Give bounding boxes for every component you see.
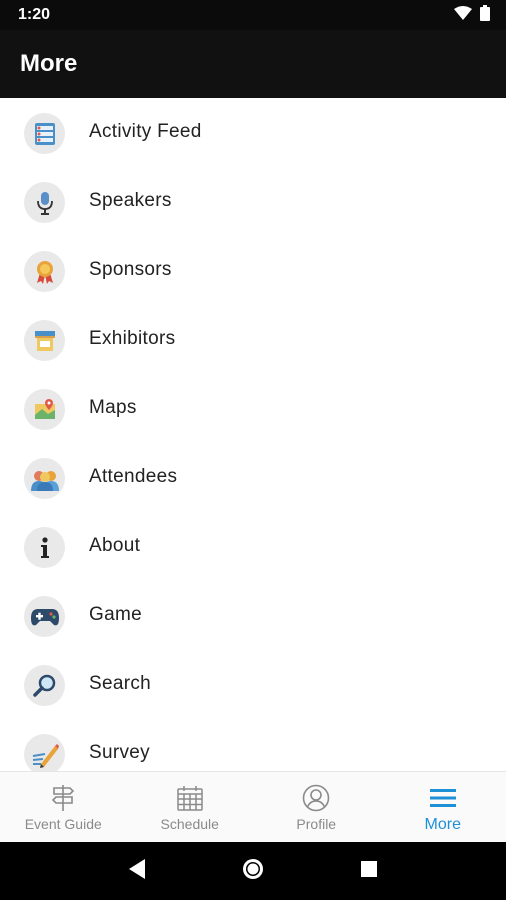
app-bar: More [0,30,506,98]
bottom-navigation: Event Guide Schedule Profile More [0,771,506,843]
microphone-icon [24,182,65,223]
menu-item-exhibitors[interactable]: Exhibitors [0,306,506,375]
page-title: More [20,50,78,77]
menu-item-label: Speakers [89,190,172,211]
wifi-icon [454,5,472,25]
menu-item-label: Activity Feed [89,121,202,142]
menu-item-label: Game [89,604,142,625]
menu-item-label: Search [89,673,152,694]
menu-item-speakers[interactable]: Speakers [0,168,506,237]
menu-item-sponsors[interactable]: Sponsors [0,237,506,306]
pencil-paper-icon [24,734,65,771]
magnifier-icon [24,665,65,706]
menu-item-survey[interactable]: Survey [0,720,506,771]
activity-feed-icon [24,113,65,154]
info-icon [24,527,65,568]
more-menu-list[interactable]: Activity Feed Speakers Sponsors Exhibito… [0,99,506,771]
status-icons [454,4,490,26]
menu-item-label: Survey [89,742,150,763]
menu-item-attendees[interactable]: Attendees [0,444,506,513]
person-circle-icon [301,784,331,812]
signpost-icon [48,784,78,812]
status-bar: 1:20 [0,0,506,30]
map-pin-icon [24,389,65,430]
people-icon [24,458,65,499]
tab-more[interactable]: More [380,772,506,843]
menu-item-label: About [89,535,141,556]
ribbon-award-icon [24,251,65,292]
menu-item-label: Attendees [89,466,178,487]
tab-label: Event Guide [24,816,102,832]
tab-label: Profile [296,816,337,832]
recents-icon[interactable] [359,859,379,884]
menu-item-about[interactable]: About [0,513,506,582]
tab-label: Schedule [160,816,219,832]
tab-profile[interactable]: Profile [253,772,380,843]
menu-item-game[interactable]: Game [0,582,506,651]
calendar-icon [175,784,205,812]
tab-event-guide[interactable]: Event Guide [0,772,127,843]
booth-icon [24,320,65,361]
hamburger-menu-icon [428,784,458,812]
battery-icon [480,4,490,26]
tab-label: More [424,816,461,833]
menu-item-activity-feed[interactable]: Activity Feed [0,99,506,168]
system-navigation-bar [0,842,506,900]
back-icon[interactable] [127,858,147,885]
menu-item-label: Exhibitors [89,328,176,349]
gamepad-icon [24,596,65,637]
tab-schedule[interactable]: Schedule [127,772,254,843]
menu-item-label: Sponsors [89,259,172,280]
menu-item-search[interactable]: Search [0,651,506,720]
home-icon[interactable] [241,857,265,886]
menu-item-label: Maps [89,397,137,418]
status-time: 1:20 [18,6,51,23]
menu-item-maps[interactable]: Maps [0,375,506,444]
